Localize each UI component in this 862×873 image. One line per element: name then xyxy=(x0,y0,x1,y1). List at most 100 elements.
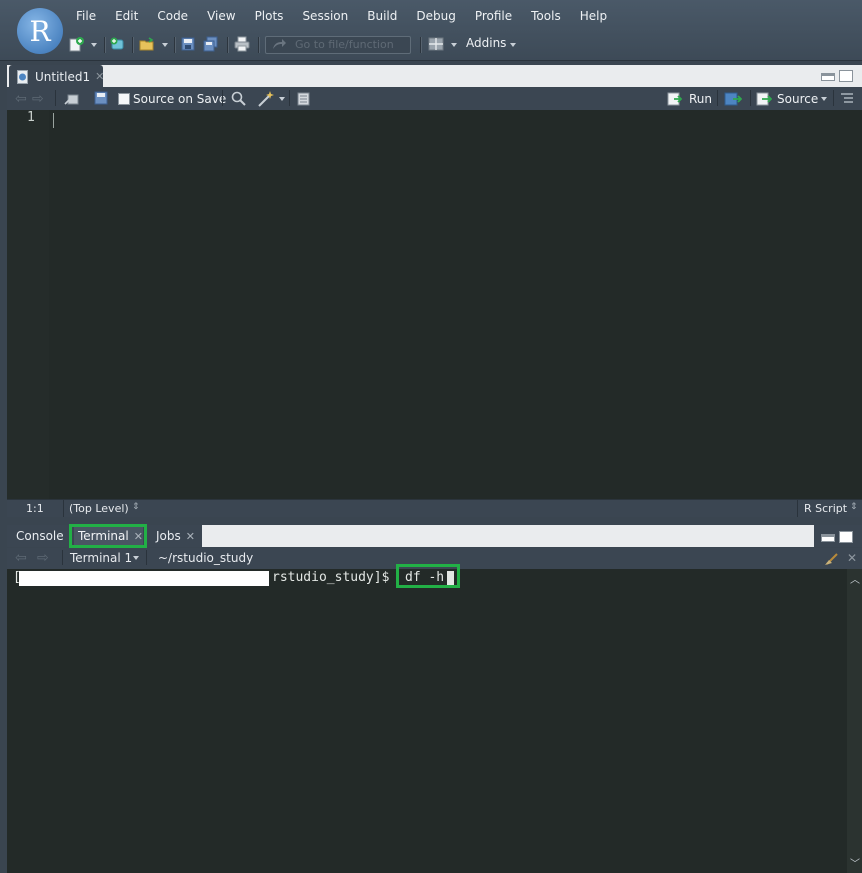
menu-file[interactable]: File xyxy=(70,6,102,28)
maximize-pane-icon[interactable] xyxy=(839,531,853,543)
maximize-pane-icon[interactable] xyxy=(839,70,853,82)
menu-edit[interactable]: Edit xyxy=(109,6,144,28)
chevron-down-icon[interactable] xyxy=(279,97,285,101)
save-all-icon[interactable] xyxy=(203,36,219,52)
line-number: 1 xyxy=(27,110,35,125)
forward-arrow-icon[interactable]: ⇨ xyxy=(37,551,49,565)
goto-placeholder: Go to file/function xyxy=(295,38,394,51)
terminal-tab-highlight xyxy=(69,524,147,548)
open-file-icon[interactable] xyxy=(139,36,155,52)
toolbar-divider xyxy=(132,37,133,53)
menu-debug[interactable]: Debug xyxy=(410,6,461,28)
save-icon[interactable] xyxy=(180,36,196,52)
goto-file-function-input[interactable]: Go to file/function xyxy=(265,36,411,54)
menu-code[interactable]: Code xyxy=(151,6,194,28)
chevron-down-icon[interactable] xyxy=(91,43,97,47)
run-button[interactable]: Run xyxy=(689,92,712,106)
source-button[interactable]: Source xyxy=(777,92,818,106)
updown-icon: ⇕ xyxy=(850,502,858,512)
menu-plots[interactable]: Plots xyxy=(249,6,290,28)
source-tabstrip: Untitled1 ✕ xyxy=(7,65,862,88)
tab-jobs[interactable]: Jobs ✕ xyxy=(156,525,195,547)
menu-view[interactable]: View xyxy=(201,6,241,28)
print-icon[interactable] xyxy=(234,36,250,52)
outline-icon[interactable] xyxy=(840,93,854,108)
new-project-icon[interactable] xyxy=(109,36,125,52)
rerun-icon[interactable] xyxy=(724,91,743,110)
terminal-path: ~/rstudio_study xyxy=(158,551,254,565)
magic-wand-icon[interactable] xyxy=(257,90,275,111)
status-divider xyxy=(797,500,798,517)
tab-label: Jobs xyxy=(156,529,181,543)
r-script-icon xyxy=(17,69,29,84)
menu-build[interactable]: Build xyxy=(361,6,403,28)
tab-untitled1[interactable]: Untitled1 ✕ xyxy=(9,65,104,88)
menu-session[interactable]: Session xyxy=(296,6,354,28)
toolbar-divider xyxy=(227,37,228,53)
terminal-output[interactable]: [ rstudio_study]$ df -h xyxy=(7,564,847,873)
run-icon[interactable] xyxy=(667,91,683,110)
toolbar-divider xyxy=(62,550,63,565)
clear-terminal-icon[interactable] xyxy=(824,550,842,569)
close-icon[interactable]: ✕ xyxy=(847,551,857,565)
chevron-down-icon[interactable] xyxy=(510,43,516,47)
toolbar-divider xyxy=(717,90,718,106)
close-icon[interactable]: ✕ xyxy=(95,70,104,83)
source-toolbar: ⇦ ⇨ Source on Save Run Source xyxy=(7,88,862,111)
prompt-text: rstudio_study]$ xyxy=(272,570,390,585)
bottom-tabstrip: Console Terminal ✕ Jobs ✕ xyxy=(7,524,862,548)
tab-label: Untitled1 xyxy=(35,69,91,84)
top-bar: R File Edit Code View Plots Session Buil… xyxy=(0,0,862,61)
chevron-down-icon[interactable] xyxy=(451,43,457,47)
terminal-scrollbar[interactable]: ︿ ﹀ xyxy=(847,569,862,873)
addins-menu[interactable]: Addins xyxy=(466,36,506,50)
command-highlight xyxy=(396,564,460,588)
line-number-gutter: 1 xyxy=(7,110,49,499)
redacted-user-host xyxy=(19,571,269,586)
r-logo: R xyxy=(17,8,63,54)
updown-icon: ⇕ xyxy=(132,502,140,512)
toolbar-divider xyxy=(222,90,223,106)
toolbar-divider xyxy=(104,37,105,53)
terminal-selector[interactable]: Terminal 1 xyxy=(70,551,132,565)
save-icon[interactable] xyxy=(94,91,108,108)
toolbar-divider xyxy=(420,37,421,53)
search-icon[interactable] xyxy=(231,91,247,110)
source-on-save-label: Source on Save xyxy=(133,92,227,106)
workspace-panes-icon[interactable] xyxy=(428,36,444,52)
minimize-pane-icon[interactable] xyxy=(821,534,835,542)
scope-selector[interactable]: (Top Level) xyxy=(69,502,129,515)
chevron-down-icon[interactable] xyxy=(162,43,168,47)
show-in-window-icon[interactable] xyxy=(64,91,80,110)
minimize-pane-icon[interactable] xyxy=(821,73,835,81)
text-cursor xyxy=(53,113,54,128)
back-arrow-icon[interactable]: ⇦ xyxy=(15,92,27,106)
menu-profile[interactable]: Profile xyxy=(469,6,518,28)
chevron-down-icon[interactable] xyxy=(133,556,139,560)
compile-report-icon[interactable] xyxy=(297,92,311,109)
toolbar-divider xyxy=(55,90,56,106)
goto-arrow-icon xyxy=(271,38,287,54)
forward-arrow-icon[interactable]: ⇨ xyxy=(32,92,44,106)
tab-console[interactable]: Console xyxy=(16,525,64,547)
menu-help[interactable]: Help xyxy=(574,6,613,28)
close-icon[interactable]: ✕ xyxy=(186,530,195,543)
menu-tools[interactable]: Tools xyxy=(525,6,567,28)
toolbar-divider xyxy=(750,90,751,106)
cursor-position: 1:1 xyxy=(26,502,44,515)
status-divider xyxy=(63,500,64,517)
chevron-down-icon[interactable] xyxy=(821,97,827,101)
source-on-save-checkbox[interactable] xyxy=(118,93,130,105)
scroll-up-icon[interactable]: ︿ xyxy=(850,571,860,586)
back-arrow-icon[interactable]: ⇦ xyxy=(15,551,27,565)
source-icon[interactable] xyxy=(756,91,773,110)
filetype-selector[interactable]: R Script xyxy=(804,502,847,515)
tab-label: Console xyxy=(16,529,64,543)
menu-bar: File Edit Code View Plots Session Build … xyxy=(70,6,620,28)
toolbar-divider xyxy=(146,550,147,565)
scroll-down-icon[interactable]: ﹀ xyxy=(850,855,860,870)
toolbar-divider xyxy=(833,90,834,106)
toolbar-divider xyxy=(258,37,259,53)
code-editor[interactable]: 1 xyxy=(7,110,862,499)
new-file-icon[interactable] xyxy=(68,36,84,52)
